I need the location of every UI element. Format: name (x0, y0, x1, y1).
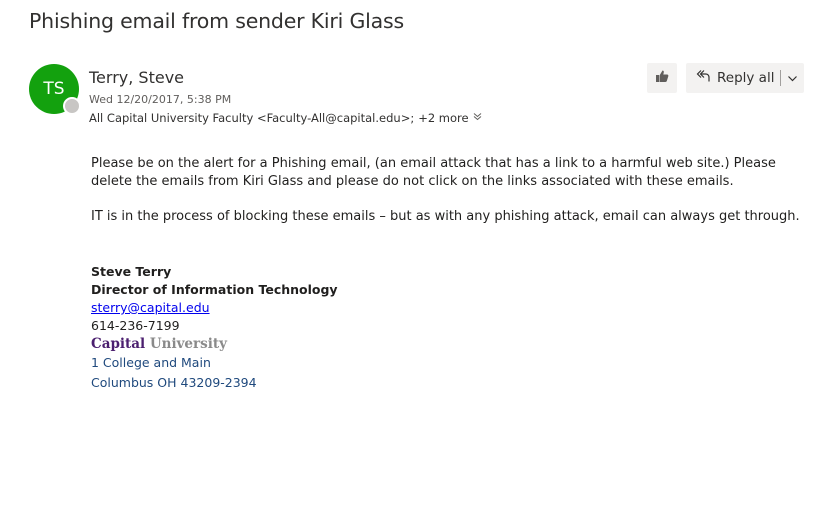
signature-email-link[interactable]: sterry@capital.edu (91, 300, 210, 315)
presence-status-icon (63, 97, 81, 115)
signature-address-line2: Columbus OH 43209-2394 (91, 375, 257, 390)
like-button[interactable] (647, 63, 677, 93)
recipients-line: All Capital University Faculty <Faculty-… (89, 111, 482, 125)
reply-all-split-button: Reply all (686, 63, 804, 93)
body-paragraph: Please be on the alert for a Phishing em… (91, 156, 776, 189)
sent-datetime: Wed 12/20/2017, 5:38 PM (89, 93, 232, 106)
thumbs-up-icon (654, 68, 670, 88)
sender-name[interactable]: Terry, Steve (89, 68, 184, 87)
brand-capital: Capital (91, 336, 146, 352)
email-signature: Steve Terry Director of Information Tech… (91, 263, 338, 393)
reply-all-icon (695, 68, 711, 88)
email-body: Please be on the alert for a Phishing em… (91, 155, 800, 226)
university-logo-text: Capital University (91, 335, 338, 353)
email-subject: Phishing email from sender Kiri Glass (29, 9, 404, 33)
reply-options-button[interactable] (781, 63, 804, 93)
signature-address-line1: 1 College and Main (91, 355, 211, 370)
signature-name: Steve Terry (91, 264, 172, 279)
brand-university: University (149, 336, 227, 352)
email-reading-pane: Phishing email from sender Kiri Glass TS… (0, 0, 835, 528)
signature-title: Director of Information Technology (91, 282, 338, 297)
body-paragraph: IT is in the process of blocking these e… (91, 209, 800, 224)
reply-all-label: Reply all (717, 70, 775, 86)
double-chevron-down-icon[interactable] (473, 112, 482, 124)
signature-phone: 614-236-7199 (91, 318, 180, 333)
more-recipients-link[interactable]: +2 more (418, 111, 468, 125)
reply-all-button[interactable]: Reply all (686, 63, 780, 93)
avatar-initials: TS (43, 79, 65, 99)
chevron-down-icon (787, 69, 798, 88)
recipients-list[interactable]: All Capital University Faculty <Faculty-… (89, 111, 414, 125)
